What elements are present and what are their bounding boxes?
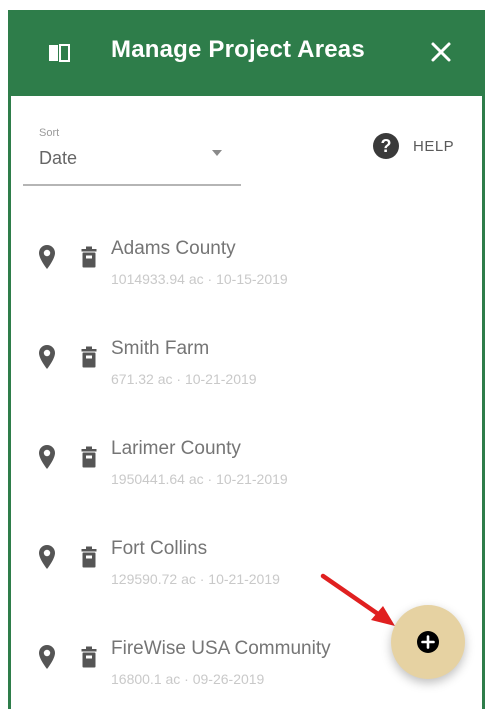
list-item[interactable]: Larimer County 1950441.64 ac · 10-21-201… [11,420,482,520]
panel-title: Manage Project Areas [111,36,365,63]
map-pin-icon[interactable] [38,544,56,570]
panel-toggle-icon[interactable] [48,44,70,62]
list-item[interactable]: Fort Collins 129590.72 ac · 10-21-2019 [11,520,482,620]
close-icon[interactable] [428,39,454,65]
trash-icon[interactable] [81,246,97,268]
project-area-meta: 671.32 ac · 10-21-2019 [111,371,257,387]
project-area-meta: 129590.72 ac · 10-21-2019 [111,571,280,587]
project-area-meta: 16800.1 ac · 09-26-2019 [111,671,265,687]
help-label: HELP [413,137,455,155]
sort-value: Date [39,148,78,168]
plus-circle-icon [417,631,439,653]
chevron-down-icon[interactable] [211,148,223,158]
red-arrow-icon [320,573,395,626]
project-area-name: Smith Farm [111,338,210,359]
project-area-meta: 1950441.64 ac · 10-21-2019 [111,471,288,487]
list-item[interactable]: Adams County 1014933.94 ac · 10-15-2019 [11,220,482,320]
add-project-area-button[interactable] [391,605,465,679]
project-area-name: Larimer County [111,438,241,459]
project-area-name: Adams County [111,238,236,259]
project-area-name: FireWise USA Community [111,638,331,659]
sort-select[interactable]: Sort Date [23,124,241,186]
project-area-meta: 1014933.94 ac · 10-15-2019 [111,271,288,287]
map-pin-icon[interactable] [38,344,56,370]
trash-icon[interactable] [81,446,97,468]
sort-label: Sort [39,127,60,139]
map-pin-icon[interactable] [38,444,56,470]
help-button[interactable]: ? HELP [373,132,454,160]
list-item[interactable]: Smith Farm 671.32 ac · 10-21-2019 [11,320,482,420]
map-pin-icon[interactable] [38,644,56,670]
trash-icon[interactable] [81,546,97,568]
map-pin-icon[interactable] [38,244,56,270]
project-area-name: Fort Collins [111,538,208,559]
manage-project-areas-panel: Manage Project Areas Sort Date ? HELP Ad… [8,10,485,709]
trash-icon[interactable] [81,646,97,668]
help-icon: ? [373,133,399,159]
panel-header: Manage Project Areas [11,10,482,96]
trash-icon[interactable] [81,346,97,368]
